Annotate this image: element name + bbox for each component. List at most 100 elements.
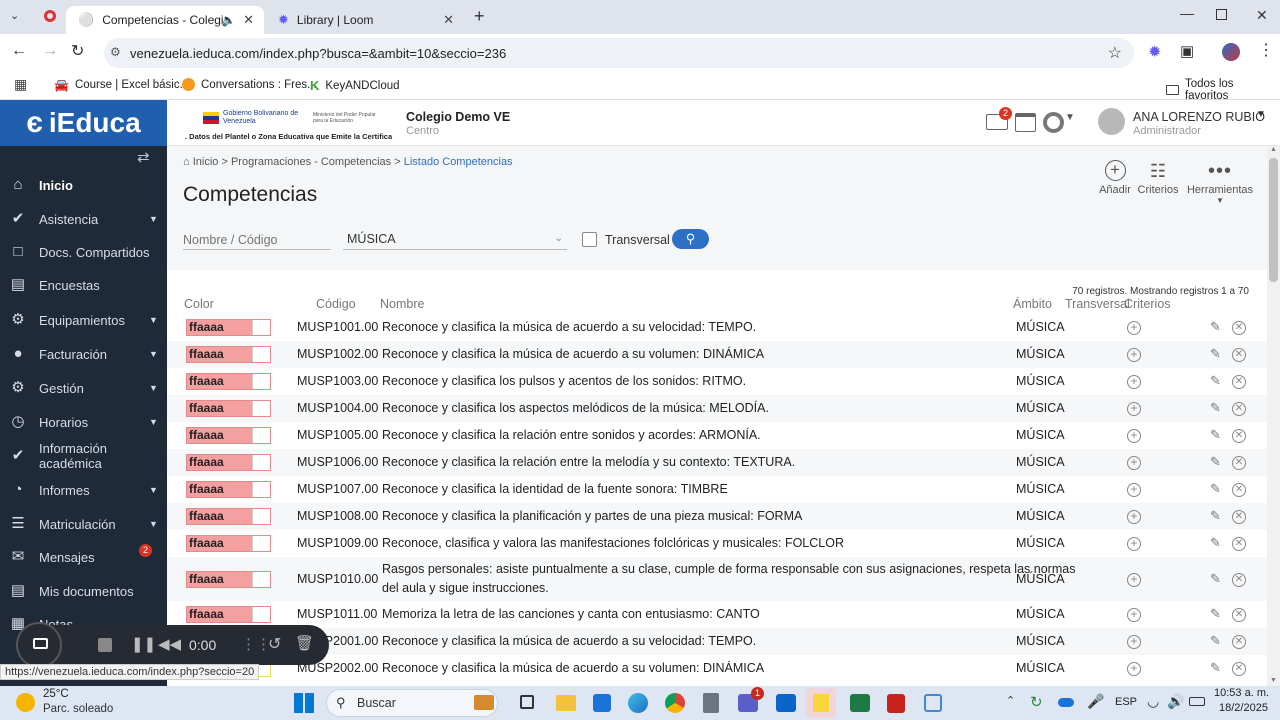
ieduca-logo[interactable]: є iEduca xyxy=(0,100,167,146)
competency-name[interactable]: Reconoce y clasifica la música de acuerd… xyxy=(382,634,756,648)
task-view-icon[interactable] xyxy=(520,695,534,709)
acrobat-icon[interactable] xyxy=(887,694,905,713)
color-swatch[interactable]: ffaaaa xyxy=(186,373,271,390)
add-criteria-icon[interactable]: + xyxy=(1127,429,1141,443)
scroll-up-icon[interactable]: ▲ xyxy=(1270,146,1277,153)
table-row[interactable]: ffaaaa MUSP1007.00 Reconoce y clasifica la… xyxy=(167,476,1267,503)
profile-avatar-icon[interactable] xyxy=(1222,43,1240,61)
color-picker-button[interactable] xyxy=(252,455,270,470)
sidebar-item-gestion[interactable]: ⚙ Gestión ▼ xyxy=(0,373,167,403)
delete-circle-icon[interactable]: ✕ xyxy=(1232,537,1246,551)
delete-circle-icon[interactable]: ✕ xyxy=(1232,402,1246,416)
table-row[interactable]: ffaaaa MUSP1004.00 Reconoce y clasifica lo… xyxy=(167,395,1267,422)
edit-pencil-icon[interactable]: ✎ xyxy=(1210,319,1221,335)
bookmark-excel[interactable]: 🚘 Course | Excel básic... xyxy=(54,78,189,92)
tab-search-chevron-icon[interactable]: ⌄ xyxy=(10,9,19,22)
color-swatch[interactable]: ffaaaa xyxy=(186,346,271,363)
clock-time[interactable]: 10:53 a. m. xyxy=(1214,687,1269,699)
sidebar-item-horarios[interactable]: ◷ Horarios ▼ xyxy=(0,407,167,437)
transversal-checkbox[interactable] xyxy=(582,232,597,247)
weather-sun-icon[interactable] xyxy=(16,693,35,712)
search-input[interactable] xyxy=(183,230,331,250)
site-info-icon[interactable]: ⚙ xyxy=(110,45,121,59)
microphone-icon[interactable]: 🎤 xyxy=(1087,693,1104,710)
add-criteria-icon[interactable]: + xyxy=(1127,608,1141,622)
color-picker-button[interactable] xyxy=(252,482,270,497)
edit-pencil-icon[interactable]: ✎ xyxy=(1210,454,1221,470)
edit-pencil-icon[interactable]: ✎ xyxy=(1210,346,1221,362)
edit-pencil-icon[interactable]: ✎ xyxy=(1210,508,1221,524)
col-color[interactable]: Color xyxy=(184,297,214,311)
page-scrollbar[interactable]: ▲ ▼ xyxy=(1267,146,1280,686)
stop-icon[interactable] xyxy=(98,638,112,652)
add-criteria-icon[interactable]: + xyxy=(1127,662,1141,676)
delete-circle-icon[interactable]: ✕ xyxy=(1232,662,1246,676)
add-criteria-icon[interactable]: + xyxy=(1127,402,1141,416)
add-criteria-icon[interactable]: + xyxy=(1127,321,1141,335)
color-picker-button[interactable] xyxy=(252,374,270,389)
volume-icon[interactable]: 🔊 xyxy=(1167,693,1184,710)
sidebar-item-mis-documentos[interactable]: ▤ Mis documentos xyxy=(0,576,167,606)
edit-pencil-icon[interactable]: ✎ xyxy=(1210,571,1221,587)
edit-pencil-icon[interactable]: ✎ xyxy=(1210,373,1221,389)
clock-date[interactable]: 18/2/2025 xyxy=(1219,702,1268,714)
language-indicator[interactable]: ESP xyxy=(1115,696,1137,708)
tab-loom[interactable]: ✹ Library | Loom ✕ xyxy=(266,6,464,34)
add-criteria-icon[interactable]: + xyxy=(1127,537,1141,551)
color-picker-button[interactable] xyxy=(252,536,270,551)
criteria-button[interactable]: ☷ Criterios xyxy=(1135,160,1181,196)
user-name[interactable]: ANA LORENZO RUBIO xyxy=(1133,110,1265,124)
col-scope[interactable]: Ámbito xyxy=(1013,297,1052,311)
calculator-icon[interactable] xyxy=(703,693,719,713)
start-windows-icon[interactable] xyxy=(294,693,314,713)
col-code[interactable]: Código xyxy=(316,297,356,311)
tray-chevron-icon[interactable]: ⌃ xyxy=(1006,694,1015,707)
edit-pencil-icon[interactable]: ✎ xyxy=(1210,427,1221,443)
area-select[interactable]: MÚSICA ⌄ xyxy=(343,230,567,250)
table-row[interactable]: ffaaaa MUSP1009.00 Reconoce, clasifica y v… xyxy=(167,530,1267,557)
competency-name[interactable]: Memoriza la letra de las canciones y can… xyxy=(382,607,760,621)
apps-grid-icon[interactable]: ▦ xyxy=(14,76,27,93)
delete-circle-icon[interactable]: ✕ xyxy=(1232,635,1246,649)
edit-pencil-icon[interactable]: ✎ xyxy=(1210,606,1221,622)
scroll-down-icon[interactable]: ▼ xyxy=(1270,677,1277,684)
extensions-puzzle-icon[interactable]: ▣ xyxy=(1180,42,1194,60)
table-row[interactable]: ffaaaa MUSP1011.00 Memoriza la letra de la… xyxy=(167,601,1267,628)
delete-icon[interactable]: 🗑 xyxy=(295,634,314,652)
color-swatch[interactable]: ffaaaa xyxy=(186,571,271,588)
color-picker-button[interactable] xyxy=(252,428,270,443)
scrollbar-thumb[interactable] xyxy=(1269,158,1278,282)
table-row[interactable]: ffaaaa MUSP1006.00 Reconoce y clasifica la… xyxy=(167,449,1267,476)
edit-pencil-icon[interactable]: ✎ xyxy=(1210,400,1221,416)
competency-name[interactable]: Reconoce y clasifica la música de acuerd… xyxy=(382,661,764,675)
tab-competencias[interactable]: ⚪ Competencias - Colegio De 🔈 ✕ xyxy=(66,6,264,34)
delete-circle-icon[interactable]: ✕ xyxy=(1232,429,1246,443)
add-criteria-icon[interactable]: + xyxy=(1127,483,1141,497)
table-row[interactable]: ffaaaa MUSP1002.00 Reconoce y clasifica la… xyxy=(167,341,1267,368)
competency-name[interactable]: Reconoce y clasifica la planificación y … xyxy=(382,509,802,523)
color-picker-button[interactable] xyxy=(252,607,270,622)
competency-name[interactable]: Reconoce y clasifica los pulsos y acento… xyxy=(382,374,746,388)
competency-name[interactable]: Rasgos personales: asiste puntualmente a… xyxy=(382,562,1075,576)
close-window-icon[interactable]: ✕ xyxy=(1256,7,1268,24)
competency-name[interactable]: Reconoce y clasifica la música de acuerd… xyxy=(382,347,764,361)
delete-circle-icon[interactable]: ✕ xyxy=(1232,348,1246,362)
color-swatch[interactable]: ffaaaa xyxy=(186,508,271,525)
collapse-sidebar-icon[interactable]: ⇄ xyxy=(137,148,150,166)
bookmark-conversations[interactable]: Conversations : Fres... xyxy=(182,78,317,91)
avatar[interactable] xyxy=(1098,108,1125,135)
reload-icon[interactable]: ↻ xyxy=(71,41,84,61)
table-row[interactable]: ffaaaa MUSP1005.00 Reconoce y clasifica la… xyxy=(167,422,1267,449)
onedrive-cloud-icon[interactable] xyxy=(1058,698,1074,707)
competency-name[interactable]: Reconoce y clasifica la relación entre l… xyxy=(382,455,795,469)
color-swatch[interactable]: ffaaaa xyxy=(186,535,271,552)
color-picker-button[interactable] xyxy=(252,509,270,524)
weather-desc[interactable]: Parc. soleado xyxy=(43,703,113,715)
edit-pencil-icon[interactable]: ✎ xyxy=(1210,660,1221,676)
color-swatch[interactable]: ffaaaa xyxy=(186,454,271,471)
color-picker-button[interactable] xyxy=(252,320,270,335)
add-criteria-icon[interactable]: + xyxy=(1127,456,1141,470)
support-caret-icon[interactable]: ▼ xyxy=(1065,112,1075,123)
color-picker-button[interactable] xyxy=(252,347,270,362)
browser-menu-icon[interactable]: ⋮ xyxy=(1258,40,1274,60)
